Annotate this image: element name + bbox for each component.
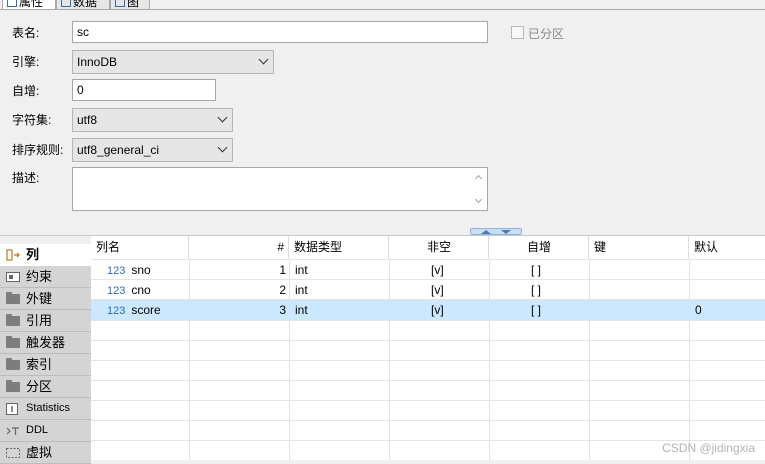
folder-icon: [6, 380, 20, 392]
charset-value: utf8: [77, 113, 98, 127]
default-cell[interactable]: 0: [695, 300, 765, 320]
column-position-cell: 2: [279, 283, 286, 297]
not-null-cell[interactable]: [v]: [431, 300, 489, 320]
column-name-cell[interactable]: 123 cno: [107, 280, 189, 300]
integer-type-icon: 123: [107, 265, 126, 277]
constraint-icon: [6, 272, 20, 282]
column-header-auto-increment[interactable]: 自增: [489, 236, 589, 258]
grid-header: 列名 # 数据类型 非空 自增 键 默认: [91, 236, 765, 258]
folder-icon: [6, 336, 20, 348]
virtual-icon: [6, 448, 20, 458]
auto-increment-cell[interactable]: [ ]: [531, 260, 589, 280]
chevron-down-icon: [217, 112, 228, 123]
folder-icon: [6, 292, 20, 304]
side-item-partitions[interactable]: 分区: [0, 376, 91, 398]
tab-strip: 属性 数据 图: [0, 0, 765, 10]
auto-increment-cell[interactable]: [ ]: [531, 300, 589, 320]
expand-down-icon: [501, 230, 511, 234]
key-cell[interactable]: [595, 280, 689, 300]
charset-select[interactable]: utf8: [72, 108, 233, 132]
key-cell[interactable]: [595, 260, 689, 280]
watermark: CSDN @jidingxia: [662, 441, 755, 455]
side-item-references[interactable]: 引用: [0, 310, 91, 332]
column-header-default[interactable]: 默认: [689, 236, 765, 258]
diagram-icon: [115, 0, 125, 8]
column-position-cell: 3: [279, 303, 286, 317]
description-scrollbar[interactable]: [470, 168, 487, 210]
side-item-constraints[interactable]: 约束: [0, 266, 91, 288]
table-row[interactable]: 123 sno 1 int [v] [ ]: [91, 260, 765, 280]
data-type-cell[interactable]: int: [295, 300, 389, 320]
properties-icon: [7, 0, 17, 8]
side-item-indexes[interactable]: 索引: [0, 354, 91, 376]
scroll-down-icon[interactable]: [474, 195, 483, 204]
column-header-data-type[interactable]: 数据类型: [289, 236, 389, 258]
column-header-position[interactable]: #: [189, 236, 289, 258]
column-header-not-null[interactable]: 非空: [389, 236, 489, 258]
collapse-up-icon: [481, 230, 491, 234]
column-name-cell[interactable]: 123 score: [107, 300, 189, 320]
data-type-cell[interactable]: int: [295, 280, 389, 300]
scroll-up-icon[interactable]: [474, 174, 483, 183]
chevron-down-icon: [258, 54, 269, 65]
properties-form: 表名: sc 已分区 引擎: InnoDB 自增: 0 字符集: utf8 排序…: [0, 10, 765, 231]
engine-select[interactable]: InnoDB: [72, 50, 274, 74]
column-position-cell: 1: [279, 263, 286, 277]
side-item-virtual[interactable]: 虚拟: [0, 442, 91, 464]
side-item-triggers[interactable]: 触发器: [0, 332, 91, 354]
collation-value: utf8_general_ci: [77, 143, 160, 157]
partitioned-label: 已分区: [528, 27, 565, 41]
collation-select[interactable]: utf8_general_ci: [72, 138, 233, 162]
folder-icon: [6, 314, 20, 326]
data-type-cell[interactable]: int: [295, 260, 389, 280]
chevron-down-icon: [217, 142, 228, 153]
not-null-cell[interactable]: [v]: [431, 280, 489, 300]
columns-grid: 列名 # 数据类型 非空 自增 键 默认 123 sno 1 int [v] [ …: [91, 236, 765, 460]
side-item-foreign-keys[interactable]: 外键: [0, 288, 91, 310]
side-item-columns[interactable]: 列: [0, 244, 91, 266]
table-row[interactable]: 123 cno 2 int [v] [ ]: [91, 280, 765, 300]
splitter-grip[interactable]: [470, 228, 522, 235]
columns-icon: [6, 249, 20, 261]
partitioned-checkbox[interactable]: [511, 26, 524, 39]
table-name-label: 表名:: [12, 26, 40, 40]
data-icon: [61, 0, 71, 8]
default-cell[interactable]: [695, 260, 765, 280]
engine-label: 引擎:: [12, 55, 40, 69]
column-header-name[interactable]: 列名: [91, 236, 189, 258]
collation-label: 排序规则:: [12, 143, 64, 157]
auto-increment-label: 自增:: [12, 84, 40, 98]
side-item-ddl[interactable]: DDL: [0, 420, 91, 442]
column-header-key[interactable]: 键: [589, 236, 689, 258]
engine-value: InnoDB: [77, 55, 118, 69]
statistics-icon: [6, 403, 18, 415]
key-cell[interactable]: [595, 300, 689, 320]
charset-label: 字符集:: [12, 113, 52, 127]
integer-type-icon: 123: [107, 285, 126, 297]
column-name-cell[interactable]: 123 sno: [107, 260, 189, 280]
not-null-cell[interactable]: [v]: [431, 260, 489, 280]
auto-increment-cell[interactable]: [ ]: [531, 280, 589, 300]
default-cell[interactable]: [695, 280, 765, 300]
folder-icon: [6, 358, 20, 370]
description-textarea[interactable]: [72, 167, 488, 211]
table-row-selected[interactable]: 123 score 3 int [v] [ ] 0: [91, 300, 765, 320]
ddl-icon: [6, 427, 19, 435]
integer-type-icon: 123: [107, 305, 126, 317]
description-label: 描述:: [12, 171, 40, 185]
table-name-input[interactable]: sc: [72, 21, 488, 43]
side-menu: 列 约束 外键 引用 触发器 索引 分区 Statistics DDL 虚拟: [0, 236, 91, 464]
side-item-statistics[interactable]: Statistics: [0, 398, 91, 420]
panel-splitter[interactable]: [0, 227, 765, 236]
auto-increment-input[interactable]: 0: [72, 79, 216, 101]
